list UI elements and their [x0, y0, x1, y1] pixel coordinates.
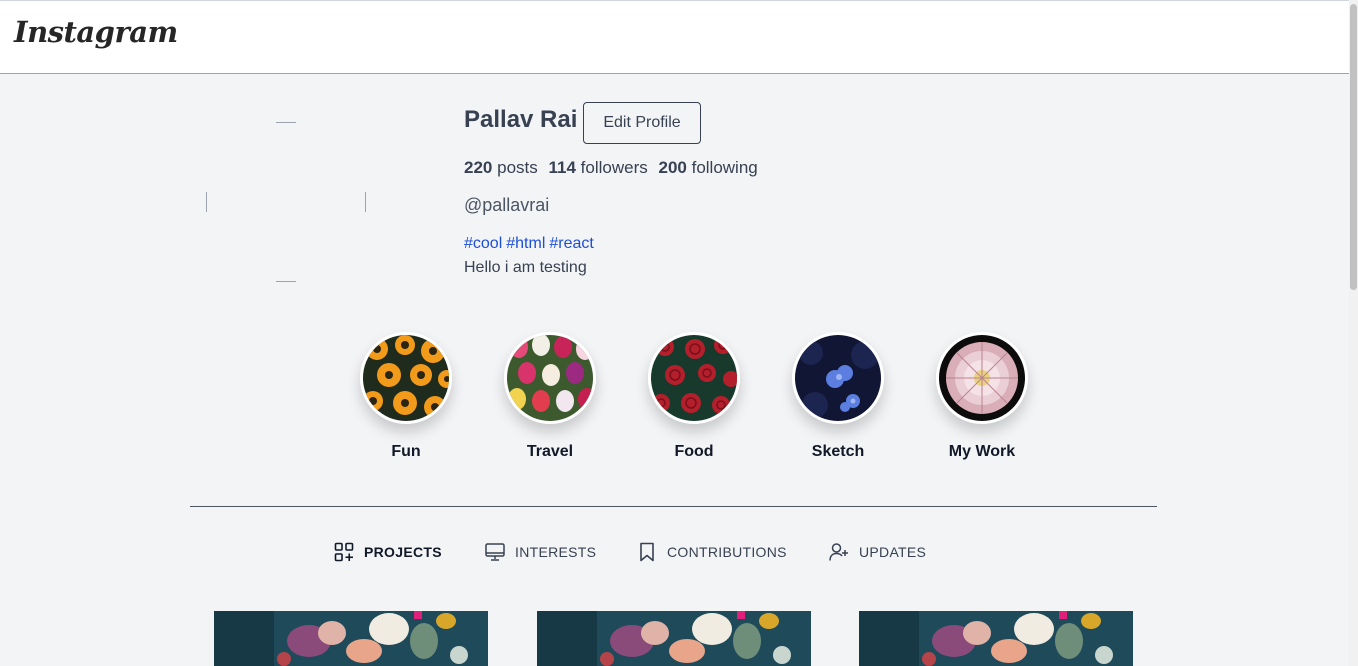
profile-avatar[interactable] [206, 122, 366, 282]
grid-plus-icon [334, 542, 354, 562]
tab-label: PROJECTS [364, 544, 442, 560]
page-scrollbar[interactable] [1349, 0, 1358, 666]
bookmark-icon [640, 542, 654, 562]
highlight-label: Food [674, 443, 714, 460]
profile-stats: 220 posts 114 followers 200 following [464, 158, 764, 178]
highlight-my-work[interactable]: My Work [922, 332, 1042, 461]
highlight-image [792, 332, 884, 424]
profile-name: Pallav Rai [464, 106, 578, 133]
post-thumbnail[interactable] [859, 611, 1133, 666]
top-navbar: Instagram [0, 0, 1349, 74]
tab-updates[interactable]: UPDATES [829, 540, 926, 564]
profile-handle: @pallavrai [464, 195, 550, 215]
followers-count-value: 114 [548, 158, 576, 177]
followers-count[interactable]: 114 followers [548, 158, 647, 177]
following-count-value: 200 [658, 158, 687, 177]
followers-count-label: followers [580, 158, 648, 177]
tab-projects[interactable]: PROJECTS [334, 540, 442, 564]
following-count-label: following [691, 158, 758, 177]
edit-profile-button[interactable]: Edit Profile [583, 102, 701, 144]
posts-count-label: posts [497, 158, 538, 177]
highlight-label: Sketch [811, 443, 865, 460]
highlight-label: Travel [526, 443, 574, 460]
post-thumbnail[interactable] [214, 611, 488, 666]
tag-link[interactable]: #cool [464, 235, 502, 252]
tab-label: INTERESTS [515, 544, 597, 560]
tag-link[interactable]: #react [549, 235, 593, 252]
highlight-image [648, 332, 740, 424]
highlight-food[interactable]: Food [634, 332, 754, 461]
highlight-label: Fun [391, 443, 421, 460]
tag-link[interactable]: #html [506, 235, 545, 252]
scrollbar-thumb[interactable] [1350, 4, 1357, 290]
section-divider [190, 506, 1157, 507]
highlight-label: My Work [948, 443, 1016, 460]
highlight-travel[interactable]: Travel [490, 332, 610, 461]
tab-label: UPDATES [859, 544, 927, 560]
following-count[interactable]: 200 following [658, 158, 757, 177]
highlight-fun[interactable]: Fun [346, 332, 466, 461]
highlight-image [360, 332, 452, 424]
tab-label: CONTRIBUTIONS [667, 544, 787, 560]
post-thumbnail[interactable] [537, 611, 811, 666]
highlight-sketch[interactable]: Sketch [778, 332, 898, 461]
tab-interests[interactable]: INTERESTS [485, 540, 596, 564]
highlight-image [504, 332, 596, 424]
profile-bio: Hello i am testing [464, 259, 587, 276]
tab-contributions[interactable]: CONTRIBUTIONS [637, 540, 787, 564]
posts-count-value: 220 [464, 158, 493, 177]
user-plus-icon [829, 543, 848, 561]
profile-tags: #cool #html #react [464, 235, 598, 253]
monitor-icon [485, 543, 505, 561]
posts-count[interactable]: 220 posts [464, 158, 538, 177]
highlight-image [936, 332, 1028, 424]
instagram-logo[interactable]: Instagram [14, 15, 178, 49]
